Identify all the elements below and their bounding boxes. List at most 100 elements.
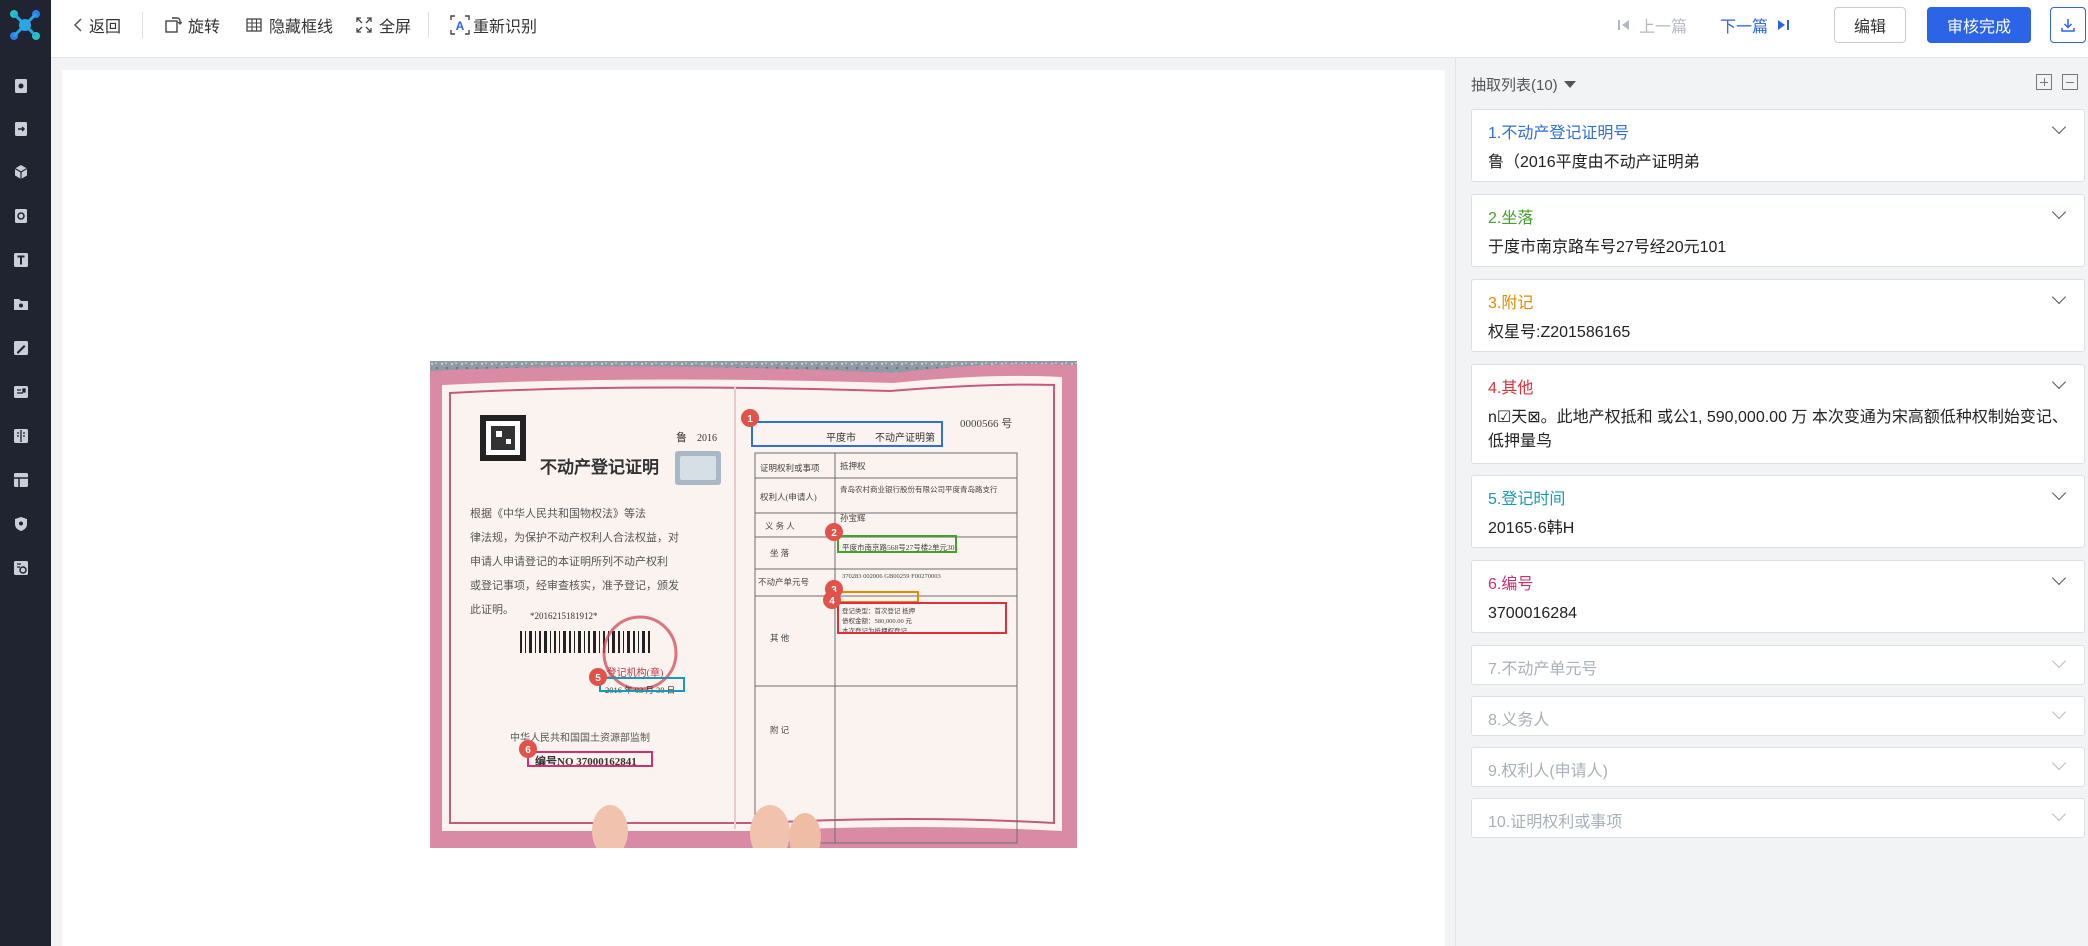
- fullscreen-icon: [356, 17, 372, 33]
- extraction-card-title: 4.其他: [1488, 380, 1534, 397]
- cube-icon[interactable]: [12, 163, 30, 181]
- chevron-down-icon[interactable]: [2051, 653, 2067, 669]
- chevron-down-icon[interactable]: [2051, 119, 2067, 135]
- panel-tools: [2036, 74, 2078, 90]
- rerecognize-icon: A: [450, 15, 470, 35]
- extraction-card-value[interactable]: n☑天⊠。此地产权抵和 或公1, 590,000.00 万 本次变通为宋高额低种…: [1488, 406, 2070, 454]
- extraction-card-value[interactable]: 于度市南京路车号27号经20元101: [1488, 236, 2070, 260]
- fullscreen-label: 全屏: [379, 19, 412, 36]
- marker-2: 2: [831, 528, 837, 539]
- approve-button[interactable]: 审核完成: [1927, 7, 2031, 43]
- extraction-card[interactable]: 2.坐落于度市南京路车号27号经20元101: [1471, 194, 2085, 267]
- app-root: 返回 旋转 隐藏框线 全屏 A 重新识别 上一篇 下一篇 编辑 审核完成 不动产…: [0, 0, 2088, 946]
- chevron-down-icon[interactable]: [2051, 485, 2067, 501]
- certificate-city: 平度市: [826, 431, 856, 444]
- caret-down-icon: [1563, 81, 1576, 88]
- extraction-card-title: 9.权利人(申请人): [1488, 763, 1609, 780]
- extraction-card-title: 7.不动产单元号: [1488, 661, 1598, 678]
- certificate-title: 不动产登记证明: [540, 457, 659, 477]
- skip-forward-icon: [1778, 20, 1790, 30]
- chevron-down-icon[interactable]: [2051, 704, 2067, 720]
- cert-row-label: 权利人(申请人): [760, 492, 817, 502]
- expand-all-icon[interactable]: [2036, 74, 2052, 90]
- svg-text:根据《中华人民共和国物权法》等法: 根据《中华人民共和国物权法》等法: [470, 506, 646, 520]
- extraction-card[interactable]: 6.编号 3700016284: [1471, 560, 2085, 633]
- download-icon: [2061, 19, 2075, 32]
- hide-lines-button[interactable]: 隐藏框线: [245, 0, 333, 50]
- folder-icon[interactable]: [12, 295, 30, 313]
- edit-label: 编辑: [1853, 19, 1886, 36]
- back-label: 返回: [89, 19, 122, 36]
- extraction-card-title: 2.坐落: [1488, 210, 1534, 227]
- extraction-card[interactable]: 8.义务人: [1471, 696, 2085, 736]
- extraction-card[interactable]: 3.附记 权星号:Z201586165: [1471, 279, 2085, 352]
- rotate-button[interactable]: 旋转: [164, 0, 220, 50]
- cert-row-label: 证明权利或事项: [760, 463, 820, 473]
- marker-5: 5: [595, 673, 601, 684]
- prev-button[interactable]: 上一篇: [1617, 0, 1687, 50]
- rotate-icon: [165, 17, 182, 33]
- svg-text:债权金额：580,000.00 元: 债权金额：580,000.00 元: [842, 616, 912, 625]
- svg-text:律法规，为保护不动产权利人合法权益，对: 律法规，为保护不动产权利人合法权益，对: [470, 530, 679, 544]
- svg-text:登记类型：首次登记 抵押: 登记类型：首次登记 抵押: [842, 606, 916, 615]
- cert-row-value: 青岛农村商业银行股份有限公司平度青岛路支行: [840, 484, 998, 494]
- chevron-left-icon: [73, 18, 82, 32]
- extraction-card-value[interactable]: 鲁（2016平度由不动产证明弟: [1488, 151, 2070, 175]
- extraction-card-title: 5.登记时间: [1488, 491, 1566, 508]
- certificate-barcode-number: *2016215181912*: [530, 611, 598, 621]
- collapse-all-icon[interactable]: [2062, 74, 2078, 90]
- cert-row-label: 坐 落: [770, 548, 790, 558]
- extraction-card-title: 8.义务人: [1488, 712, 1550, 729]
- extraction-card-value[interactable]: 20165·6韩H: [1488, 517, 2070, 541]
- chevron-down-icon[interactable]: [2051, 204, 2067, 220]
- extraction-card[interactable]: 10.证明权利或事项: [1471, 798, 2085, 838]
- cert-row-label: 不动产单元号: [758, 577, 809, 587]
- toolbar: 返回 旋转 隐藏框线 全屏 A 重新识别 上一篇 下一篇 编辑 审核完成: [51, 0, 2088, 58]
- chevron-down-icon[interactable]: [2051, 806, 2067, 822]
- extraction-card-title: 10.证明权利或事项: [1488, 814, 1623, 831]
- certificate-suffix: 不动产证明第: [875, 431, 935, 444]
- fullscreen-button[interactable]: 全屏: [355, 0, 411, 50]
- toolbar-divider: [428, 12, 429, 38]
- table-icon[interactable]: [12, 471, 30, 489]
- left-sidebar: [0, 0, 51, 946]
- text-icon[interactable]: [12, 251, 30, 269]
- app-logo[interactable]: [4, 4, 46, 46]
- certificate-prefix: 鲁: [676, 430, 687, 444]
- extraction-card-title: 1.不动产登记证明号: [1488, 125, 1630, 142]
- chevron-down-icon[interactable]: [2051, 289, 2067, 305]
- prev-label: 上一篇: [1639, 19, 1688, 36]
- back-button[interactable]: 返回: [73, 0, 121, 50]
- extraction-card-value[interactable]: 权星号:Z201586165: [1488, 321, 2070, 345]
- extraction-card[interactable]: 5.登记时间 20165·6韩H: [1471, 475, 2085, 548]
- doc-icon[interactable]: [12, 77, 30, 95]
- shield-icon[interactable]: [12, 515, 30, 533]
- download-button[interactable]: [2050, 7, 2086, 43]
- edit-icon[interactable]: [12, 339, 30, 357]
- id-card-icon[interactable]: [12, 383, 30, 401]
- certificate-top-number: 0000566 号: [960, 417, 1012, 430]
- extraction-card-value[interactable]: 3700016284: [1488, 602, 2070, 626]
- toolbar-divider: [142, 12, 143, 38]
- grid-icon: [246, 18, 262, 32]
- shield-doc-icon[interactable]: [12, 207, 30, 225]
- chevron-down-icon[interactable]: [2051, 374, 2067, 390]
- chevron-down-icon[interactable]: [2051, 755, 2067, 771]
- extraction-card[interactable]: 7.不动产单元号: [1471, 645, 2085, 685]
- doc-export-icon[interactable]: [12, 120, 30, 138]
- extraction-card[interactable]: 4.其他 n☑天⊠。此地产权抵和 或公1, 590,000.00 万 本次变通为宋…: [1471, 364, 2085, 464]
- rerecognize-button[interactable]: A 重新识别: [449, 0, 537, 50]
- approve-label: 审核完成: [1946, 19, 2011, 36]
- cert-row-value: 平度市南京路568号27号楼2单元301: [842, 542, 958, 552]
- book-icon[interactable]: [12, 427, 30, 445]
- skip-back-icon: [1618, 20, 1629, 30]
- extraction-list-dropdown[interactable]: 抽取列表(10): [1471, 74, 1576, 95]
- cert-row-value: 孙宝辉: [840, 513, 866, 523]
- extraction-card[interactable]: 9.权利人(申请人): [1471, 747, 2085, 787]
- edit-button[interactable]: 编辑: [1834, 7, 1906, 43]
- next-button[interactable]: 下一篇: [1720, 0, 1790, 50]
- settings-icon[interactable]: [12, 559, 30, 577]
- chevron-down-icon[interactable]: [2051, 570, 2067, 586]
- cert-row-value: 370283 002006 GB00259 F00270003: [842, 573, 941, 580]
- extraction-card[interactable]: 1.不动产登记证明号鲁（2016平度由不动产证明弟: [1471, 109, 2085, 182]
